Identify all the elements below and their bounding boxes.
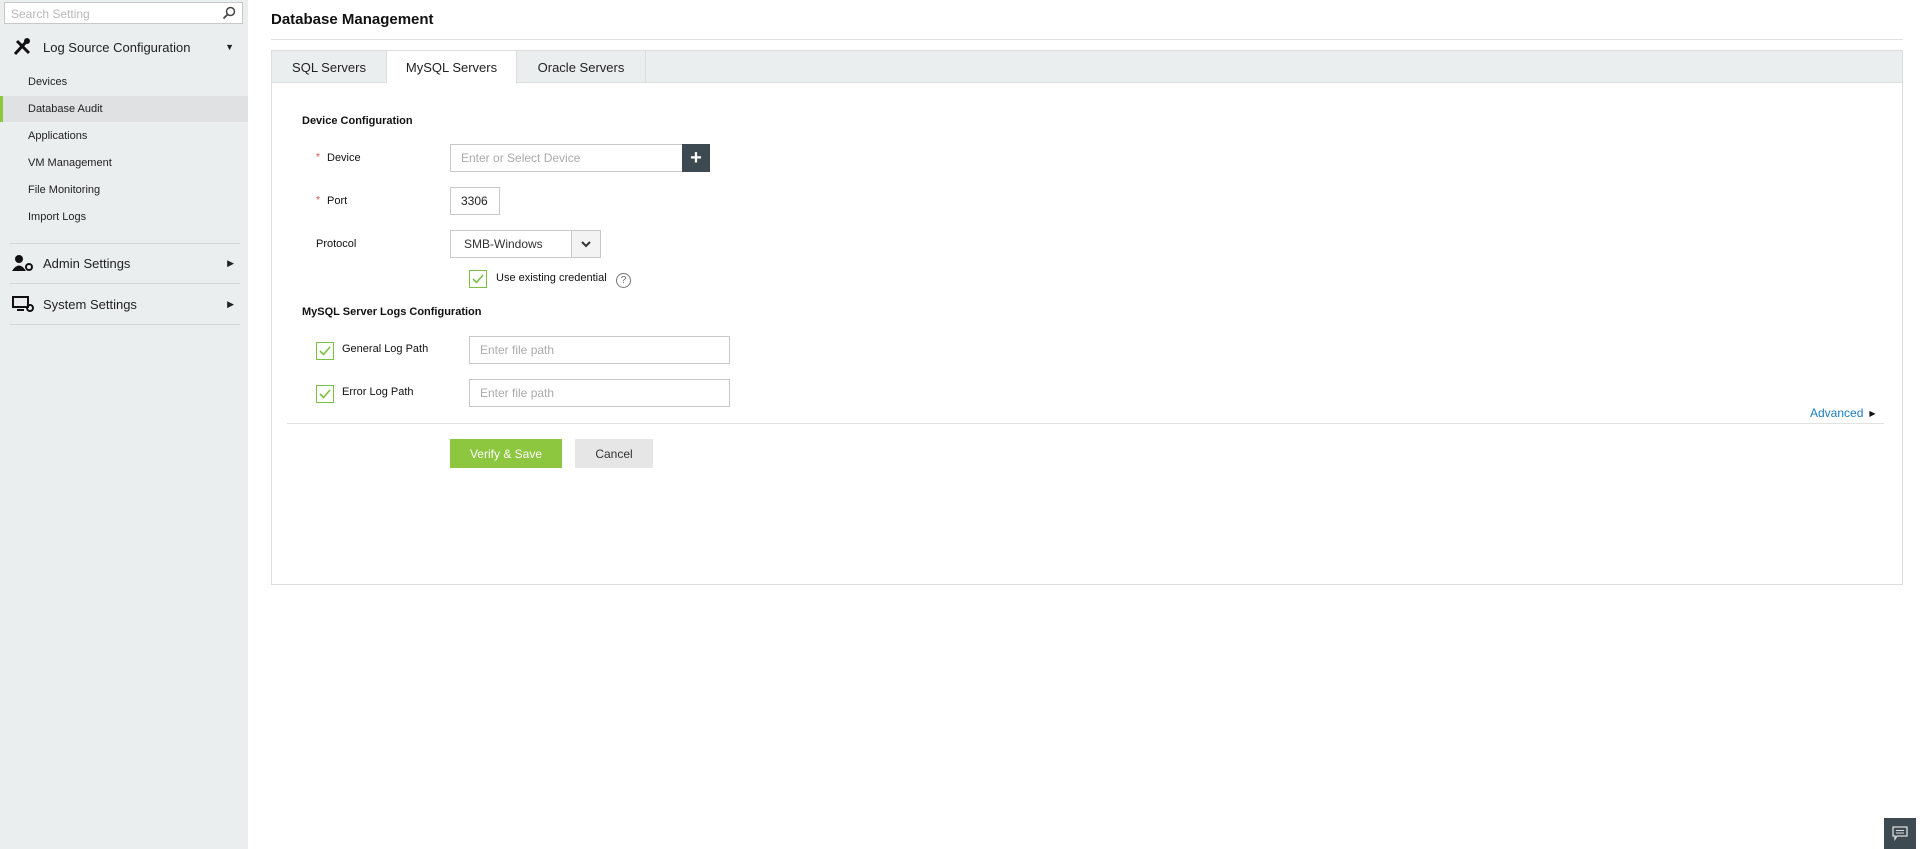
advanced-label: Advanced [1810,406,1864,420]
sidebar-item-vm-management[interactable]: VM Management [0,150,248,176]
search-placeholder: Search Setting [11,7,90,21]
sidebar-item-applications[interactable]: Applications [0,123,248,149]
required-mark: * [316,195,320,206]
item-label: Devices [28,76,68,88]
checkmark-icon [319,346,331,356]
checkmark-icon [319,389,331,399]
tools-icon [12,37,40,57]
sidebar-item-devices[interactable]: Devices [0,69,248,95]
cancel-button[interactable]: Cancel [575,439,653,468]
group-label: System Settings [43,296,137,312]
item-label: Applications [28,130,88,142]
plus-icon: + [690,146,702,169]
tab-mysql-servers[interactable]: MySQL Servers [387,51,517,84]
divider [271,39,1903,40]
help-icon[interactable]: ? [616,273,631,288]
sidebar-group-system-settings[interactable]: System Settings ▶ [0,289,248,319]
search-setting-input[interactable]: Search Setting [4,2,243,24]
port-value: 3306 [461,194,488,208]
item-label: File Monitoring [28,184,101,196]
item-label: VM Management [28,157,112,169]
divider [10,283,240,284]
general-log-label: General Log Path [342,343,429,355]
tab-label: Oracle Servers [537,59,625,75]
verify-save-button[interactable]: Verify & Save [450,439,562,468]
device-input[interactable]: Enter or Select Device [450,144,683,172]
add-device-button[interactable]: + [682,144,710,172]
caret-down-icon: ▼ [225,42,234,52]
advanced-link[interactable]: Advanced ▶ [1810,406,1876,420]
tab-oracle-servers[interactable]: Oracle Servers [517,51,646,83]
group-label: Admin Settings [43,255,131,271]
group-label: Log Source Configuration [43,39,191,55]
sidebar-group-admin-settings[interactable]: Admin Settings ▶ [0,248,248,278]
caret-right-icon: ▶ [227,257,234,268]
required-mark: * [316,152,320,163]
device-label: Device [327,152,361,164]
protocol-label: Protocol [316,238,357,250]
tab-label: MySQL Servers [405,60,498,75]
general-log-placeholder: Enter file path [480,343,555,357]
sidebar-item-file-monitoring[interactable]: File Monitoring [0,177,248,203]
button-label: Verify & Save [469,446,543,461]
sidebar-item-database-audit[interactable]: Database Audit [0,96,248,122]
caret-right-icon: ▶ [1869,408,1876,418]
use-existing-credential-checkbox[interactable] [469,270,487,288]
error-log-placeholder: Enter file path [480,386,555,400]
use-existing-credential-label: Use existing credential [496,272,607,284]
port-input[interactable]: 3306 [450,187,500,215]
error-log-label: Error Log Path [342,386,414,398]
tab-sql-servers[interactable]: SQL Servers [272,51,387,83]
general-log-checkbox[interactable] [316,342,334,360]
divider [10,324,240,325]
system-settings-icon [12,295,40,313]
error-log-path-input[interactable]: Enter file path [469,379,730,407]
section-heading-mysql-logs: MySQL Server Logs Configuration [302,306,482,318]
section-heading-device-configuration: Device Configuration [302,115,413,127]
sidebar: Search Setting Log Source Configuration … [0,0,248,849]
sidebar-item-import-logs[interactable]: Import Logs [0,204,248,230]
caret-right-icon: ▶ [227,298,234,309]
port-label: Port [327,195,348,207]
search-icon[interactable] [222,6,236,20]
button-label: Cancel [595,446,633,461]
chat-icon [1892,826,1908,841]
general-log-path-input[interactable]: Enter file path [469,336,730,364]
checkmark-icon [472,274,484,284]
divider [287,423,1884,424]
protocol-select[interactable]: SMB-Windows [450,230,601,258]
item-label: Import Logs [28,211,87,223]
chat-button[interactable] [1884,818,1916,849]
error-log-checkbox[interactable] [316,385,334,403]
admin-settings-icon [12,254,40,272]
divider [10,243,240,244]
form-panel [271,50,1903,585]
sidebar-group-log-source-configuration[interactable]: Log Source Configuration ▼ [0,32,248,62]
protocol-value: SMB-Windows [464,237,543,251]
device-placeholder: Enter or Select Device [461,151,581,165]
item-label: Database Audit [28,103,103,115]
chevron-down-icon[interactable] [571,231,600,257]
page-title: Database Management [271,11,434,28]
tab-label: SQL Servers [292,59,366,75]
